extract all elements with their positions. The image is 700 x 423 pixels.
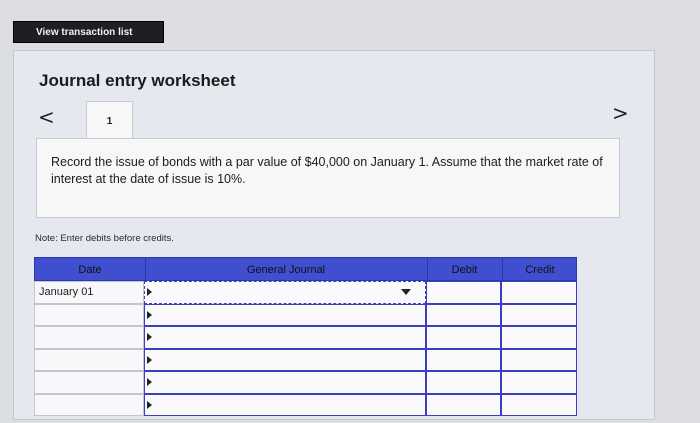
row-marker-icon — [147, 310, 152, 319]
caret-down-icon[interactable] — [401, 289, 411, 295]
table-row — [34, 326, 577, 349]
account-select[interactable] — [144, 281, 426, 304]
row-marker-icon — [147, 400, 152, 409]
tab-label: 1 — [106, 115, 113, 127]
credit-input[interactable] — [501, 371, 577, 394]
date-cell — [34, 371, 144, 394]
tab-1[interactable]: 1 — [86, 101, 133, 140]
date-cell — [34, 393, 144, 416]
chevron-left-icon[interactable]: < — [38, 107, 55, 127]
account-select[interactable] — [144, 303, 426, 326]
date-cell: January 01 — [34, 281, 144, 304]
table-row — [34, 371, 577, 394]
credit-input[interactable] — [501, 281, 577, 304]
view-transaction-list-button[interactable]: View transaction list — [13, 21, 164, 43]
debit-input[interactable] — [426, 303, 501, 326]
note-text: Note: Enter debits before credits. — [35, 233, 174, 244]
row-marker-icon — [147, 333, 152, 341]
date-cell — [34, 326, 144, 349]
date-cell — [34, 303, 144, 326]
header-date: Date — [78, 264, 102, 276]
chevron-right-icon[interactable]: > — [612, 103, 629, 123]
credit-input[interactable] — [501, 326, 577, 349]
instruction-text: Record the issue of bonds with a par val… — [51, 155, 603, 186]
instruction-box: Record the issue of bonds with a par val… — [36, 138, 620, 218]
debit-input[interactable] — [426, 281, 501, 304]
row-marker-icon — [147, 355, 152, 364]
debit-input[interactable] — [426, 393, 501, 416]
debit-input[interactable] — [426, 326, 501, 349]
debit-input[interactable] — [426, 371, 501, 394]
row-marker-icon — [147, 288, 152, 296]
date-cell — [34, 348, 144, 371]
worksheet-title: Journal entry worksheet — [39, 71, 236, 90]
table-row — [34, 348, 577, 371]
row-marker-icon — [147, 378, 152, 386]
table-row — [34, 393, 577, 416]
account-select[interactable] — [144, 348, 426, 371]
account-select[interactable] — [144, 371, 426, 394]
account-select[interactable] — [144, 393, 426, 416]
table-row: January 01 — [34, 281, 577, 304]
header-debit: Debit — [451, 264, 478, 276]
journal-entry-worksheet-panel: Journal entry worksheet < 1 > Record the… — [13, 50, 655, 420]
journal-table-header: Date General Journal Debit Credit — [34, 257, 577, 282]
credit-input[interactable] — [501, 348, 577, 371]
table-row — [34, 303, 577, 326]
credit-input[interactable] — [501, 303, 577, 326]
account-select[interactable] — [144, 326, 426, 349]
header-credit: Credit — [525, 264, 555, 276]
credit-input[interactable] — [501, 393, 577, 416]
header-general-journal: General Journal — [246, 264, 326, 276]
journal-table: Date General Journal Debit Credit Januar… — [34, 257, 577, 416]
debit-input[interactable] — [426, 348, 501, 371]
